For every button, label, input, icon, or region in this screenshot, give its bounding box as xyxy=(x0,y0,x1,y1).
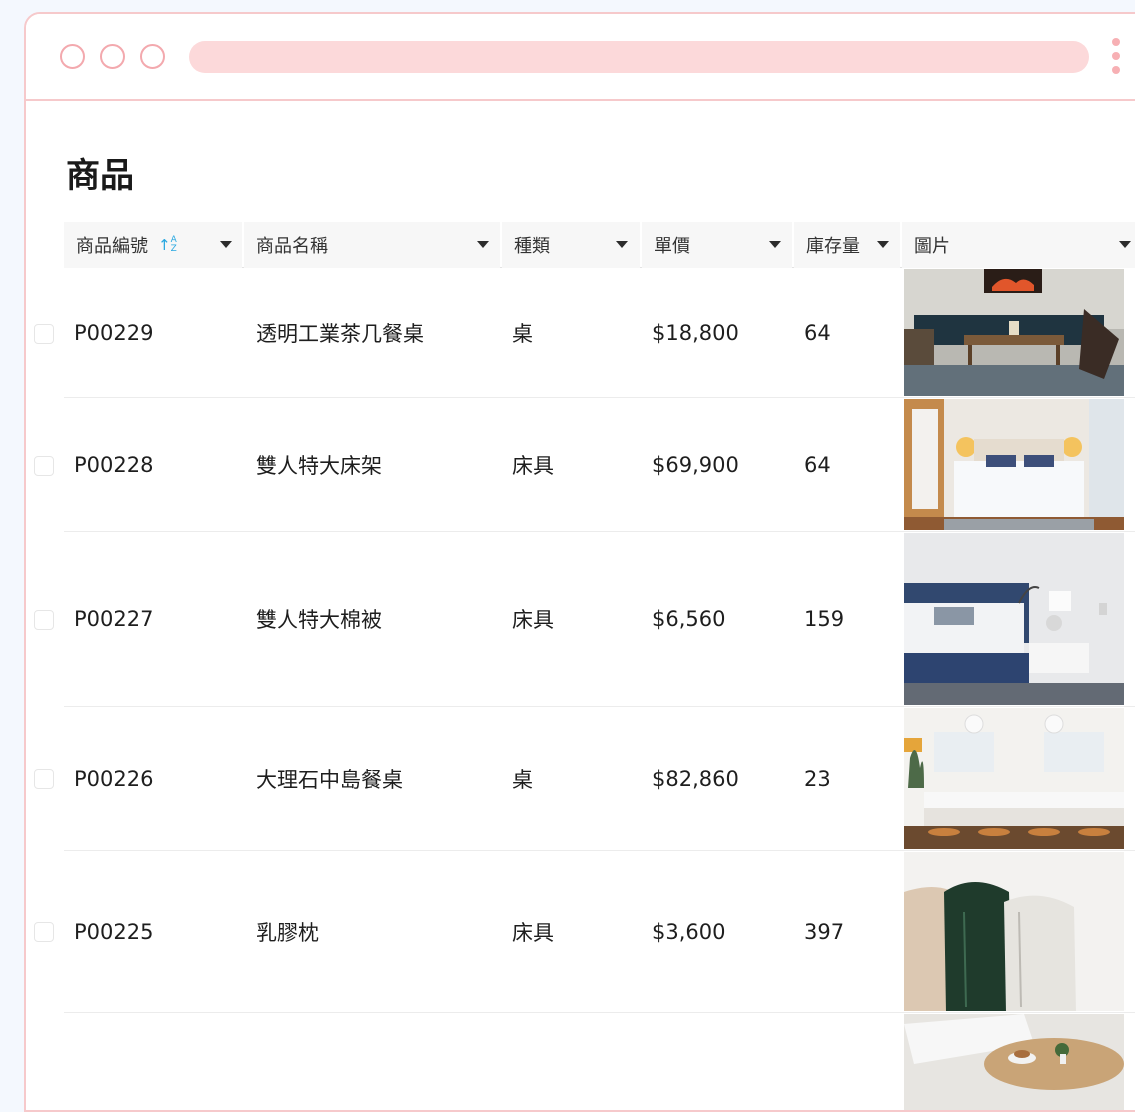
product-image-navy-bedroom[interactable] xyxy=(904,533,1124,705)
product-image-living-room[interactable] xyxy=(904,269,1124,396)
address-bar[interactable] xyxy=(189,41,1089,73)
cell-product-name: 雙人特大棉被 xyxy=(256,608,382,632)
cell-category: 桌 xyxy=(512,767,533,792)
window-close-icon[interactable] xyxy=(60,44,85,69)
column-header-label: 種類 xyxy=(514,236,550,257)
column-header-label: 單價 xyxy=(654,236,690,257)
column-menu-caret-icon[interactable] xyxy=(220,241,232,248)
cell-product-id xyxy=(64,1013,74,1110)
cell-category: 桌 xyxy=(512,321,533,346)
cell-stock: 64 xyxy=(804,452,831,477)
column-header-label: 商品名稱 xyxy=(256,236,328,257)
cell-price: $69,900 xyxy=(652,452,739,477)
column-header-name[interactable]: 商品名稱 xyxy=(244,222,500,268)
cell-product-name: 乳膠枕 xyxy=(256,920,319,945)
browser-window: 商品 商品編號 ↑ A Z 商品名稱 種類 單價 庫存量 圖片 P00229 透… xyxy=(24,12,1135,1112)
cell-product-id: P00229 xyxy=(74,320,154,345)
cell-price: $6,560 xyxy=(652,607,726,631)
cell-category: 床具 xyxy=(512,920,554,945)
cell-product-id: P00226 xyxy=(74,766,154,791)
column-header-image[interactable]: 圖片 xyxy=(902,222,1135,268)
column-header-label: 圖片 xyxy=(914,236,950,257)
cell-stock: 159 xyxy=(804,607,845,631)
table-row[interactable]: P00227 雙人特大棉被 床具 $6,560 159 xyxy=(34,532,1135,707)
table-row[interactable]: P00228 雙人特大床架 床具 $69,900 64 xyxy=(34,398,1135,532)
row-checkbox[interactable] xyxy=(34,769,54,789)
row-checkbox[interactable] xyxy=(34,610,54,630)
sort-bottom-letter: Z xyxy=(170,244,177,254)
table-row[interactable]: P00225 乳膠枕 床具 $3,600 397 xyxy=(34,851,1135,1013)
row-checkbox[interactable] xyxy=(34,456,54,476)
column-header-id[interactable]: 商品編號 ↑ A Z xyxy=(64,222,242,268)
product-image-pillows[interactable] xyxy=(904,852,1124,1011)
page-title: 商品 xyxy=(66,156,134,196)
table-row[interactable] xyxy=(64,1013,1135,1110)
cell-category: 床具 xyxy=(512,453,554,478)
column-menu-caret-icon[interactable] xyxy=(616,241,628,248)
column-header-label: 庫存量 xyxy=(806,236,860,257)
cell-stock: 64 xyxy=(804,320,831,345)
row-checkbox[interactable] xyxy=(34,922,54,942)
product-image-bedroom[interactable] xyxy=(904,399,1124,530)
table-row[interactable]: P00229 透明工業茶几餐桌 桌 $18,800 64 xyxy=(34,268,1135,398)
cell-price: $3,600 xyxy=(652,919,726,944)
column-menu-caret-icon[interactable] xyxy=(477,241,489,248)
sort-a-z-icon[interactable]: ↑ A Z xyxy=(158,236,177,255)
column-menu-caret-icon[interactable] xyxy=(877,241,889,248)
column-header-label: 商品編號 xyxy=(76,236,148,257)
browser-titlebar xyxy=(26,14,1135,101)
cell-product-id: P00228 xyxy=(74,452,154,477)
product-image-kitchen[interactable] xyxy=(904,708,1124,849)
cell-stock: 397 xyxy=(804,919,845,944)
cell-product-name: 雙人特大床架 xyxy=(256,453,382,478)
column-menu-caret-icon[interactable] xyxy=(769,241,781,248)
cell-price: $82,860 xyxy=(652,766,739,791)
table-row[interactable]: P00226 大理石中島餐桌 桌 $82,860 23 xyxy=(34,707,1135,851)
table-header: 商品編號 ↑ A Z 商品名稱 種類 單價 庫存量 圖片 xyxy=(64,222,1135,268)
product-image-coffee-table[interactable] xyxy=(904,1014,1124,1110)
cell-product-name: 透明工業茶几餐桌 xyxy=(256,321,424,346)
window-minimize-icon[interactable] xyxy=(100,44,125,69)
cell-product-id: P00227 xyxy=(74,607,154,631)
cell-product-id: P00225 xyxy=(74,919,154,944)
window-maximize-icon[interactable] xyxy=(140,44,165,69)
cell-stock: 23 xyxy=(804,766,831,791)
more-options-icon[interactable] xyxy=(1109,38,1123,78)
row-checkbox[interactable] xyxy=(34,324,54,344)
column-menu-caret-icon[interactable] xyxy=(1119,241,1131,248)
cell-category: 床具 xyxy=(512,608,554,632)
product-table: 商品編號 ↑ A Z 商品名稱 種類 單價 庫存量 圖片 P00229 透明工業… xyxy=(34,222,1135,1110)
cell-product-name: 大理石中島餐桌 xyxy=(256,767,403,792)
cell-price: $18,800 xyxy=(652,320,739,345)
